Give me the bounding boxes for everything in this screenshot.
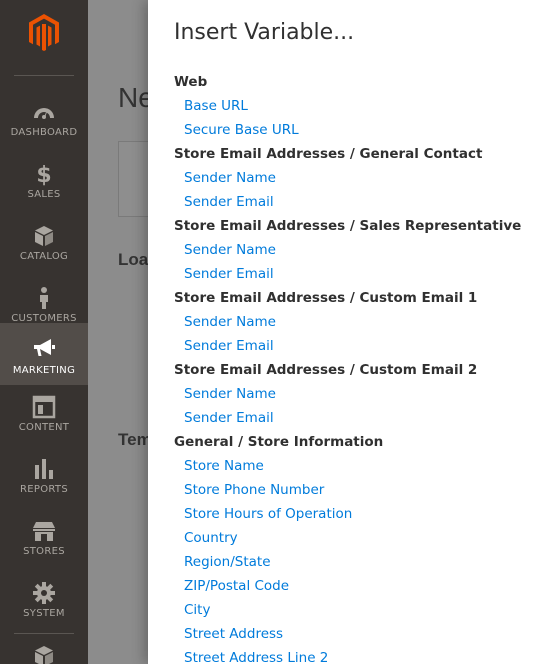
dashboard-icon (34, 108, 54, 119)
admin-sidebar: DASHBOARD $ SALES CATALOG CUSTOMERS MARK… (0, 0, 88, 664)
box-icon (35, 226, 53, 246)
variable-link[interactable]: Sender Email (174, 406, 534, 430)
variable-link[interactable]: Store Phone Number (174, 478, 534, 502)
variable-link[interactable]: Secure Base URL (174, 118, 534, 142)
variable-group-title: Store Email Addresses / Custom Email 1 (174, 290, 478, 306)
section-heading: Tem (118, 430, 148, 449)
nav-stores[interactable]: STORES (0, 519, 88, 581)
nav-sales[interactable]: $ SALES (0, 147, 88, 209)
sidebar-divider (14, 633, 74, 634)
variable-group-title: Store Email Addresses / Sales Representa… (174, 218, 522, 234)
variable-group-title: Store Email Addresses / General Contact (174, 146, 483, 162)
variable-link[interactable]: Store Name (174, 454, 534, 478)
nav-content[interactable]: CONTENT (0, 395, 88, 457)
person-icon (40, 287, 48, 309)
nav-catalog[interactable]: CATALOG (0, 209, 88, 271)
variable-link[interactable]: Sender Name (174, 238, 534, 262)
variable-link[interactable]: Store Hours of Operation (174, 502, 534, 526)
nav-label: REPORTS (20, 484, 68, 495)
sidebar-divider (14, 75, 74, 76)
variable-link[interactable]: Sender Email (174, 190, 534, 214)
nav-label: SALES (27, 189, 61, 200)
nav-marketing[interactable]: MARKETING (0, 323, 88, 385)
nav-reports[interactable]: REPORTS (0, 457, 88, 519)
variable-group-title: Store Email Addresses / Custom Email 2 (174, 362, 478, 378)
variable-link[interactable]: Sender Name (174, 166, 534, 190)
nav-label: SYSTEM (23, 608, 65, 619)
section-heading: Loa (118, 250, 148, 269)
variable-list: Web Base URL Secure Base URL Store Email… (174, 70, 534, 664)
megaphone-icon (34, 339, 55, 356)
variable-link[interactable]: ZIP/Postal Code (174, 574, 534, 598)
variable-link[interactable]: City (174, 598, 534, 622)
svg-text:$: $ (36, 163, 51, 186)
variable-link[interactable]: Base URL (174, 94, 534, 118)
variable-link[interactable]: Sender Email (174, 334, 534, 358)
variable-link[interactable]: Sender Name (174, 382, 534, 406)
variable-link[interactable]: Sender Name (174, 310, 534, 334)
variable-link[interactable]: Sender Email (174, 262, 534, 286)
content-layout-icon (32, 395, 56, 419)
variable-group-title: Web (174, 74, 208, 90)
nav-label: CATALOG (19, 251, 69, 262)
nav-label: DASHBOARD (10, 127, 78, 138)
page-title: Ne (118, 82, 148, 113)
bar-chart-icon (35, 459, 53, 479)
variable-link[interactable]: Street Address (174, 622, 534, 646)
storefront-icon (33, 522, 55, 541)
magento-logo[interactable] (26, 12, 62, 52)
insert-variable-modal: Insert Variable... Web Base URL Secure B… (148, 0, 541, 664)
nav-label: MARKETING (12, 365, 76, 376)
gear-icon (33, 582, 55, 604)
variable-link[interactable]: Country (174, 526, 534, 550)
modal-title: Insert Variable... (174, 20, 355, 45)
nav-label: CONTENT (18, 422, 70, 433)
dollar-icon: $ (36, 163, 51, 186)
variable-group-title: General / Store Information (174, 434, 384, 450)
extensions-icon[interactable] (32, 644, 56, 664)
variable-link[interactable]: Region/State (174, 550, 534, 574)
variable-link[interactable]: Street Address Line 2 (174, 646, 534, 664)
nav-label: STORES (23, 546, 65, 557)
page-overlay: Ne Loa Tem (88, 0, 148, 664)
nav-dashboard[interactable]: DASHBOARD (0, 85, 88, 147)
page-panel (118, 141, 148, 217)
